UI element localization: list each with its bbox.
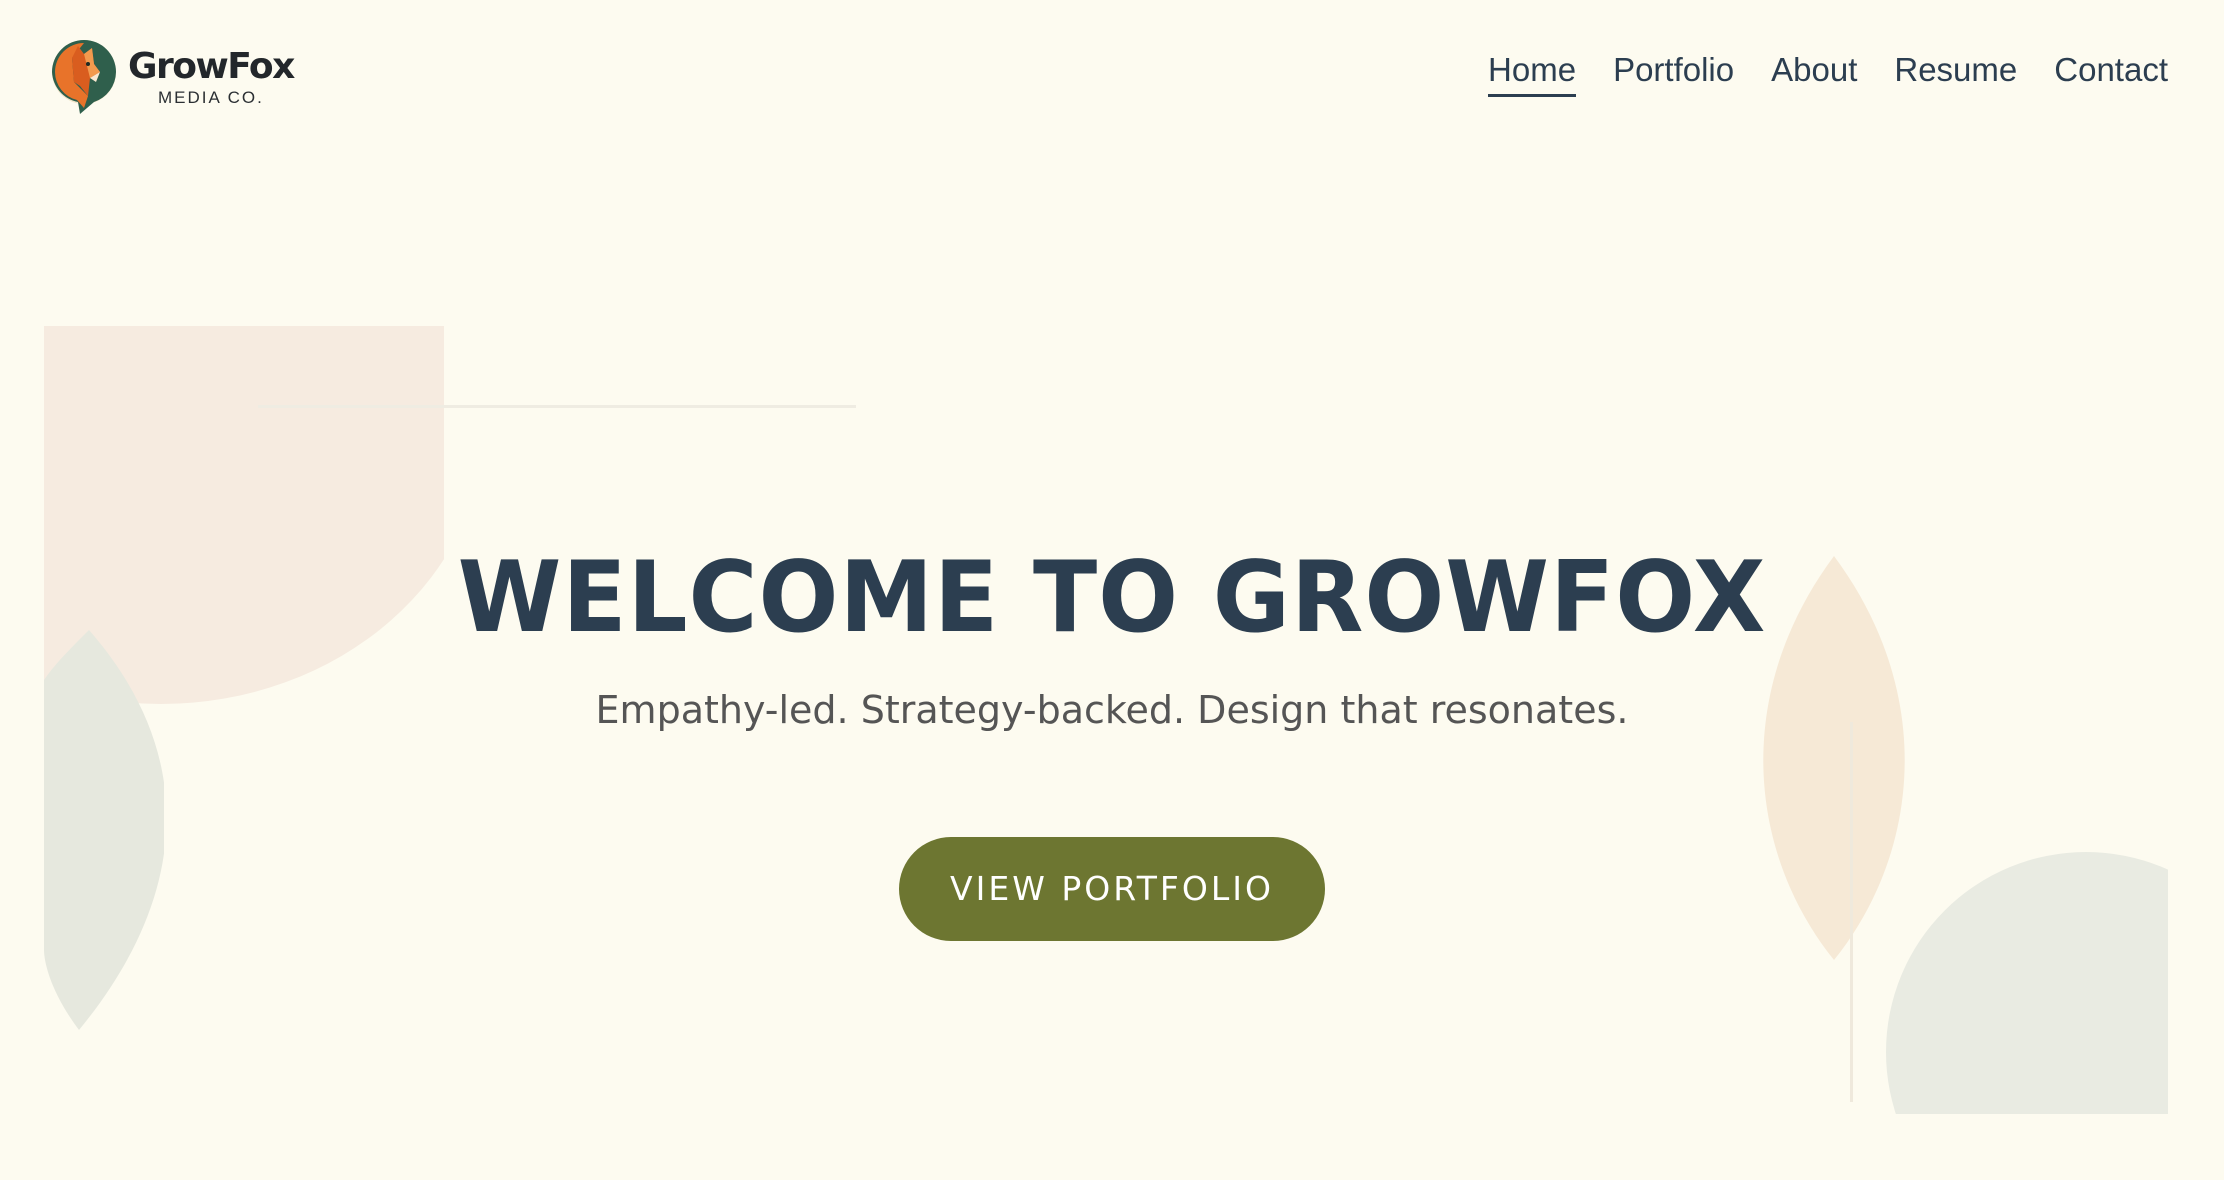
nav-item-resume[interactable]: Resume	[1894, 51, 2017, 94]
view-portfolio-button[interactable]: VIEW PORTFOLIO	[899, 837, 1325, 942]
fox-logo-icon	[52, 40, 116, 114]
brand-tagline: MEDIA CO.	[158, 87, 264, 107]
nav-item-contact[interactable]: Contact	[2054, 51, 2168, 94]
brand-wordmark: GrowFox MEDIA CO.	[128, 45, 295, 107]
main-navigation: Home Portfolio About Resume Contact	[1451, 51, 2168, 98]
nav-item-home[interactable]: Home	[1488, 51, 1577, 98]
site-header: GrowFox MEDIA CO. Home Portfolio About R…	[0, 0, 2224, 160]
brand-logo-link[interactable]: GrowFox MEDIA CO.	[50, 38, 295, 116]
decorative-horizontal-line	[258, 405, 856, 408]
hero-section: WELCOME TO GROWFOX Empathy-led. Strategy…	[0, 540, 2224, 942]
hero-title: WELCOME TO GROWFOX	[457, 541, 1767, 655]
nav-item-about[interactable]: About	[1771, 51, 1857, 94]
hero-subtitle: Empathy-led. Strategy-backed. Design tha…	[595, 687, 1629, 732]
brand-name: GrowFox	[128, 45, 295, 87]
nav-item-portfolio[interactable]: Portfolio	[1613, 51, 1734, 94]
